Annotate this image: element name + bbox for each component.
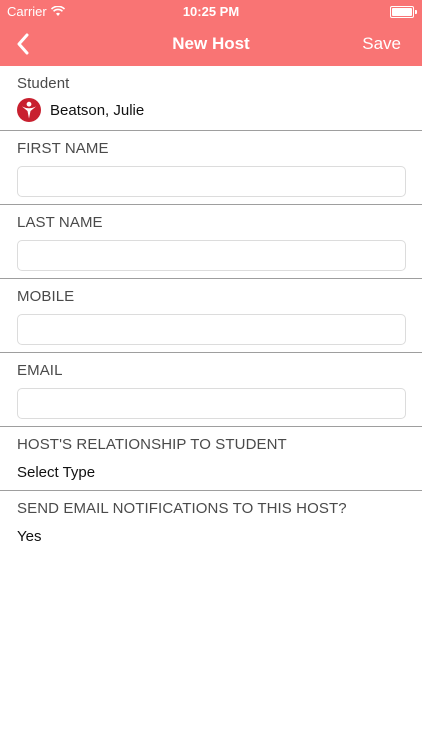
- email-section: EMAIL: [0, 353, 422, 427]
- first-name-label: FIRST NAME: [17, 140, 109, 157]
- mobile-section: MOBILE: [0, 279, 422, 353]
- app-header: Carrier 10:25 PM New Host Save: [0, 0, 422, 66]
- notifications-toggle[interactable]: Yes: [17, 528, 405, 545]
- student-row: Beatson, Julie: [17, 98, 405, 122]
- relationship-select[interactable]: Select Type: [17, 464, 405, 481]
- status-time: 10:25 PM: [182, 4, 240, 19]
- notifications-label: SEND EMAIL NOTIFICATIONS TO THIS HOST?: [17, 500, 347, 517]
- battery-level: [392, 8, 412, 16]
- school-logo-icon: [17, 98, 41, 122]
- last-name-input[interactable]: [17, 240, 406, 271]
- student-label: Student: [17, 75, 70, 92]
- first-name-input[interactable]: [17, 166, 406, 197]
- last-name-label: LAST NAME: [17, 214, 103, 231]
- relationship-section: HOST'S RELATIONSHIP TO STUDENT Select Ty…: [0, 427, 422, 491]
- mobile-label: MOBILE: [17, 288, 75, 305]
- student-name: Beatson, Julie: [50, 101, 145, 119]
- navigation-bar: New Host Save: [0, 22, 422, 66]
- save-button[interactable]: Save: [362, 34, 401, 54]
- email-input[interactable]: [17, 388, 406, 419]
- email-label: EMAIL: [17, 362, 63, 379]
- last-name-section: LAST NAME: [0, 205, 422, 279]
- mobile-input[interactable]: [17, 314, 406, 345]
- page-title: New Host: [172, 34, 250, 53]
- notifications-section: SEND EMAIL NOTIFICATIONS TO THIS HOST? Y…: [0, 491, 422, 551]
- relationship-label: HOST'S RELATIONSHIP TO STUDENT: [17, 436, 287, 453]
- host-form: Student Beatson, Julie FIRST NAME LAST N…: [0, 66, 422, 551]
- status-bar: Carrier 10:25 PM: [0, 0, 422, 22]
- battery-icon: [390, 6, 417, 18]
- first-name-section: FIRST NAME: [0, 131, 422, 205]
- student-section: Student Beatson, Julie: [0, 66, 422, 131]
